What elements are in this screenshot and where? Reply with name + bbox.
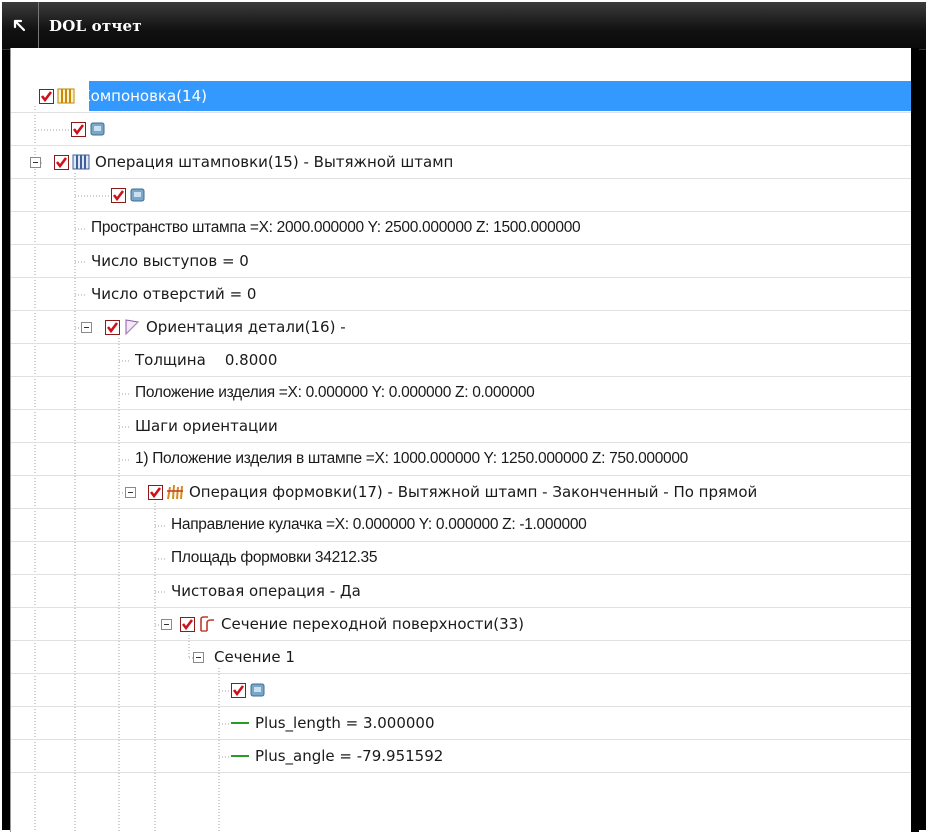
tree-label: Чистовая операция - Да	[171, 582, 361, 600]
tree-label: Площадь формовки 34212.35	[171, 549, 378, 566]
tree-row-orientation-steps[interactable]: Шаги ориентации	[11, 410, 911, 443]
selection-highlight	[89, 81, 911, 111]
tree-label: Положение изделия =X: 0.000000 Y: 0.0000…	[135, 384, 535, 401]
tree-row-forming-area[interactable]: Площадь формовки 34212.35	[11, 542, 911, 575]
tree-label: Сечение 1	[214, 648, 295, 666]
tree-label: Сечение переходной поверхности(33)	[221, 615, 525, 633]
tree-label: Направление кулачка =X: 0.000000 Y: 0.00…	[171, 516, 587, 533]
checkbox-checked[interactable]	[39, 88, 54, 104]
collapse-icon[interactable]	[30, 156, 41, 168]
checkmark-icon	[72, 123, 85, 135]
collapse-icon[interactable]	[193, 651, 204, 663]
checkbox-checked[interactable]	[105, 319, 120, 335]
checkbox-checked[interactable]	[231, 682, 246, 698]
tree-label: Ориентация детали(16) -	[146, 318, 346, 336]
tree-row-object[interactable]	[11, 674, 911, 707]
tree-row-stamping-operation[interactable]: Операция штамповки(15) - Вытяжной штамп	[11, 146, 911, 179]
section-icon	[198, 615, 216, 633]
checkbox-checked[interactable]	[148, 484, 163, 500]
checkbox-checked[interactable]	[180, 616, 195, 632]
checkmark-icon	[149, 486, 162, 498]
tree-row-transition-section[interactable]: Сечение переходной поверхности(33)	[11, 608, 911, 641]
tree-row-position-in-die[interactable]: 1) Положение изделия в штампе =X: 1000.0…	[11, 443, 911, 476]
tree-row-die-space[interactable]: Пространство штампа =X: 2000.000000 Y: 2…	[11, 212, 911, 245]
checkmark-icon	[106, 321, 119, 333]
checkmark-icon	[112, 189, 125, 201]
stamping-icon	[72, 153, 90, 171]
tree-row-cam-direction[interactable]: Направление кулачка =X: 0.000000 Y: 0.00…	[11, 509, 911, 542]
checkbox-checked[interactable]	[54, 154, 69, 170]
window-title: DOL отчет	[49, 16, 142, 35]
tree-row-plus-length[interactable]: Plus_length = 3.000000	[11, 707, 911, 740]
tree-row-protrusions[interactable]: Число выступов = 0	[11, 245, 911, 278]
tree-row-finish-operation[interactable]: Чистовая операция - Да	[11, 575, 911, 608]
tree-label: Plus_angle = -79.951592	[255, 747, 444, 765]
panel-border	[911, 48, 919, 832]
checkmark-icon	[232, 684, 245, 696]
tree-row-section-1[interactable]: Сечение 1	[11, 641, 911, 674]
parameter-dash-icon	[231, 755, 249, 757]
parameter-dash-icon	[231, 722, 249, 724]
tree-label: Операция штамповки(15) - Вытяжной штамп	[95, 153, 454, 171]
forming-icon	[166, 483, 184, 501]
layout-icon	[57, 87, 75, 105]
tree-row-holes[interactable]: Число отверстий = 0	[11, 278, 911, 311]
title-bar: DOL отчет	[2, 2, 926, 50]
pin-icon[interactable]	[2, 2, 39, 49]
tree-row-plus-angle[interactable]: Plus_angle = -79.951592	[11, 740, 911, 773]
tree-label: Операция формовки(17) - Вытяжной штамп -…	[189, 483, 758, 501]
tree-row-part-position[interactable]: Положение изделия =X: 0.000000 Y: 0.0000…	[11, 377, 911, 410]
part-icon	[129, 186, 147, 204]
checkmark-icon	[40, 90, 53, 102]
collapse-icon[interactable]	[161, 618, 172, 630]
tree-row-part-orientation[interactable]: Ориентация детали(16) -	[11, 311, 911, 344]
checkmark-icon	[55, 156, 68, 168]
tree-row-object[interactable]	[11, 179, 911, 212]
collapse-icon[interactable]	[125, 486, 136, 498]
tree-label: Plus_length = 3.000000	[255, 714, 435, 732]
part-icon	[249, 681, 267, 699]
checkmark-icon	[181, 618, 194, 630]
orientation-icon	[123, 318, 141, 336]
checkbox-checked[interactable]	[71, 121, 86, 137]
tree-row-thickness[interactable]: Толщина 0.8000	[11, 344, 911, 377]
tree-label: Толщина 0.8000	[135, 351, 278, 369]
part-icon	[89, 120, 107, 138]
tree-row-layout[interactable]: Компоновка(14)	[11, 80, 911, 113]
tree-label: Шаги ориентации	[135, 417, 278, 435]
collapse-icon[interactable]	[81, 321, 92, 333]
checkbox-checked[interactable]	[111, 187, 126, 203]
tree-row-object[interactable]	[11, 113, 911, 146]
tree-row-forming-operation[interactable]: Операция формовки(17) - Вытяжной штамп -…	[11, 476, 911, 509]
tree-label: Число отверстий = 0	[91, 285, 257, 303]
tree-label: Число выступов = 0	[91, 252, 249, 270]
report-tree[interactable]: Компоновка(14) Операция штамповки(15) - …	[10, 48, 919, 832]
tree-label: Пространство штампа =X: 2000.000000 Y: 2…	[91, 219, 581, 236]
tree-label: 1) Положение изделия в штампе =X: 1000.0…	[135, 450, 689, 467]
tree-label: Компоновка(14)	[80, 87, 207, 105]
